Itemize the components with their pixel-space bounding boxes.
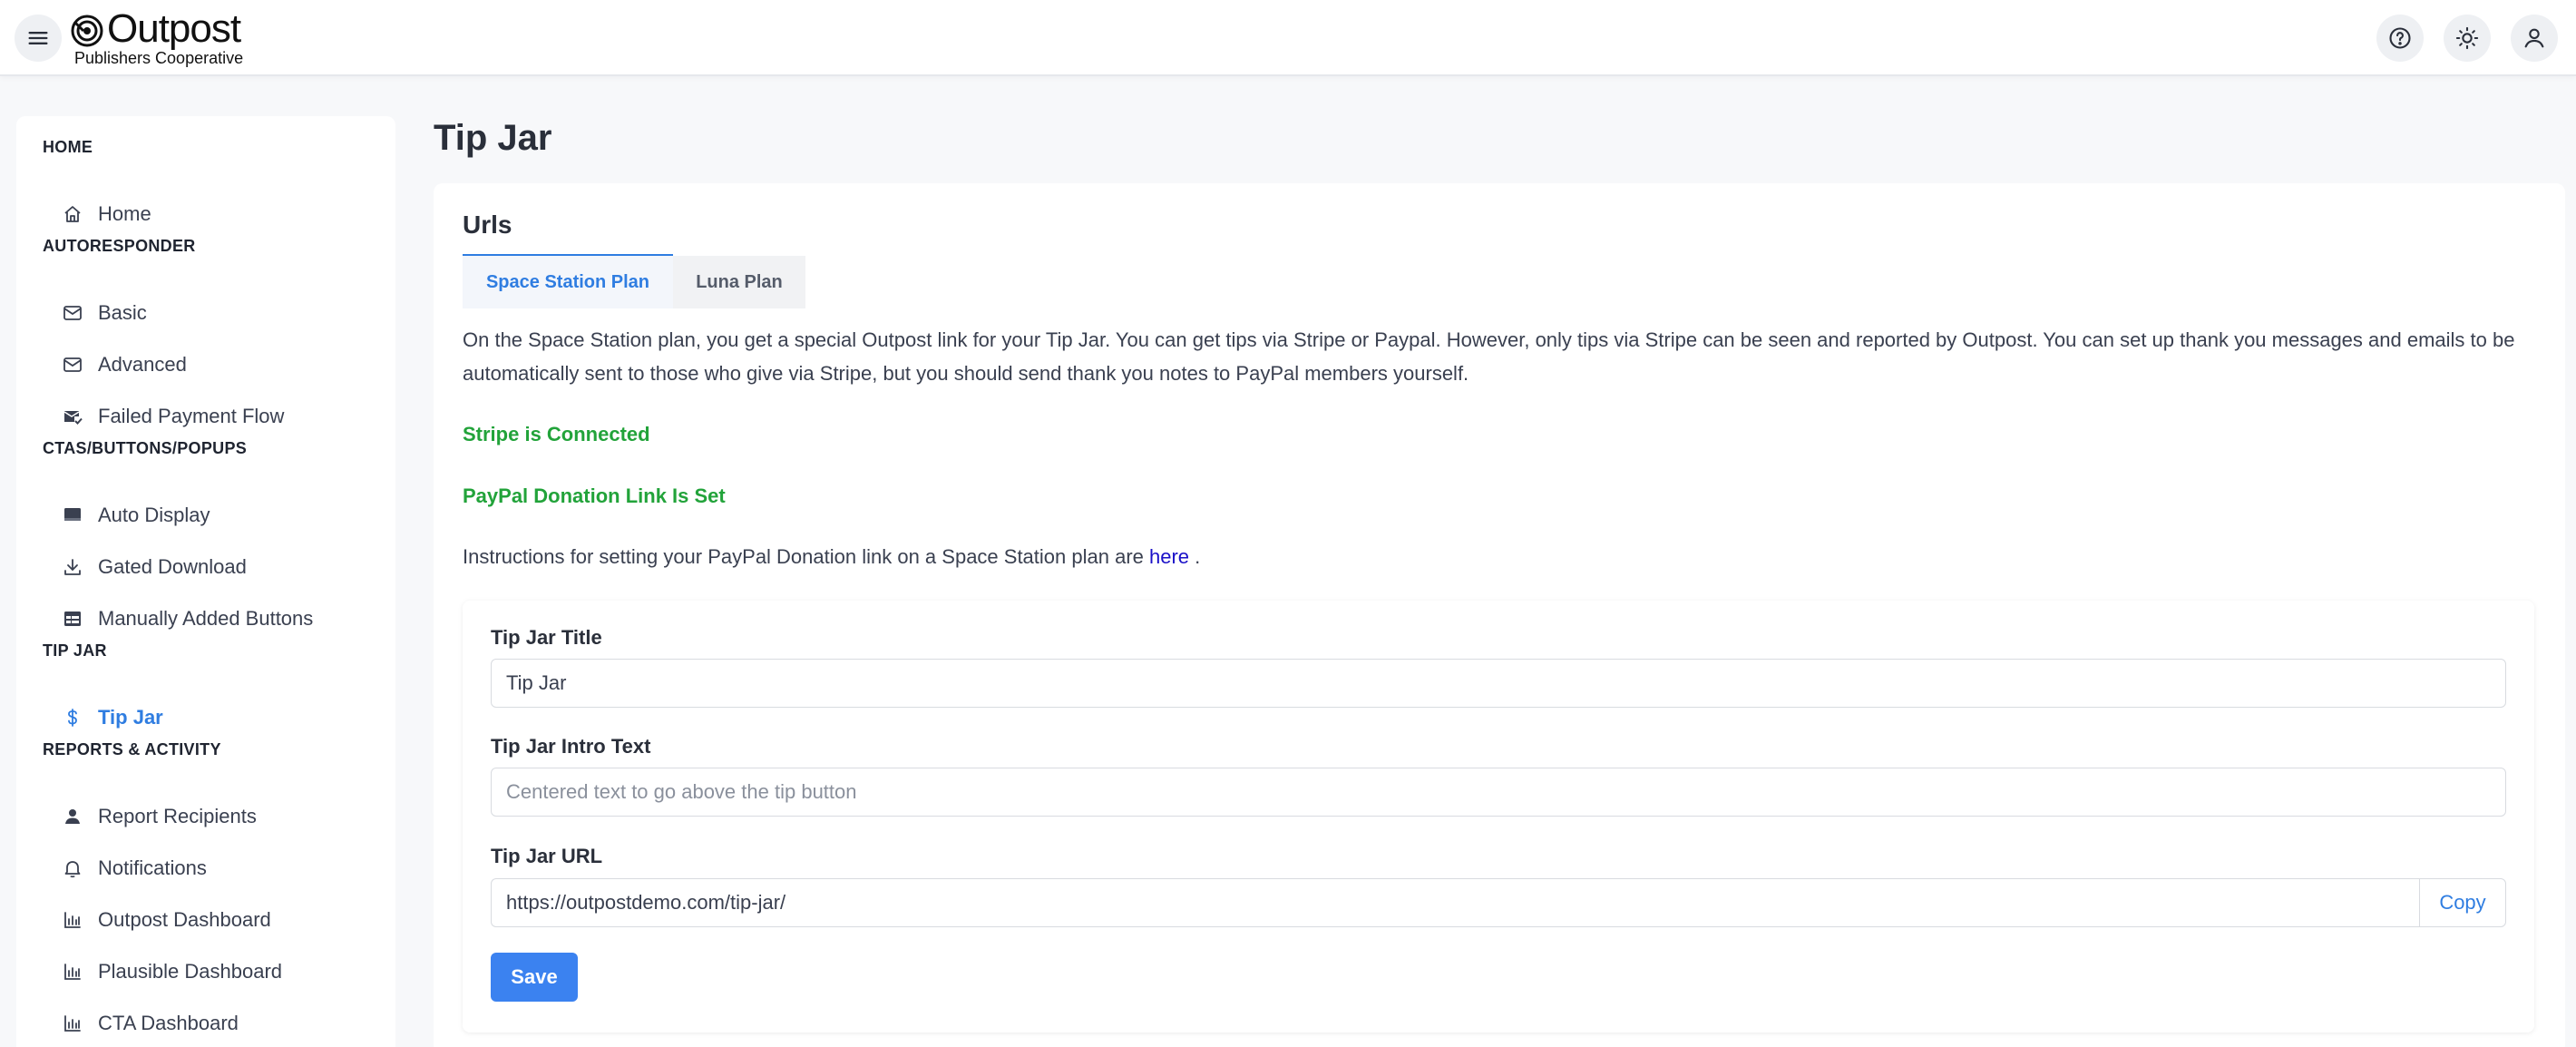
sidebar-item-label: Outpost Dashboard xyxy=(98,908,271,931)
sidebar-item-plausible-dashboard[interactable]: Plausible Dashboard xyxy=(62,954,282,990)
sidebar-item-label: Advanced xyxy=(98,353,187,376)
sidebar-heading-reports: REPORTS & ACTIVITY xyxy=(43,740,221,758)
theme-toggle-button[interactable] xyxy=(2444,15,2491,62)
table-icon xyxy=(64,612,81,626)
tab-luna-plan[interactable]: Luna Plan xyxy=(673,256,805,308)
sidebar-heading-ctas: CTAS/BUTTONS/POPUPS xyxy=(43,439,248,457)
download-icon xyxy=(64,559,81,575)
plan-description: On the Space Station plan, you get a spe… xyxy=(463,328,2515,385)
sidebar-item-outpost-dashboard[interactable]: Outpost Dashboard xyxy=(62,902,271,938)
sidebar-item-label: Basic xyxy=(98,301,147,324)
tip-jar-title-label: Tip Jar Title xyxy=(491,626,602,649)
paypal-status: PayPal Donation Link Is Set xyxy=(463,484,726,507)
logo-name: Outpost xyxy=(107,6,241,51)
sidebar-item-failed-payment-flow[interactable]: Failed Payment Flow xyxy=(62,398,284,435)
sidebar-item-label: Report Recipients xyxy=(98,805,257,827)
tip-jar-url-input[interactable] xyxy=(491,878,2419,927)
logo[interactable]: Outpost Publishers Cooperative xyxy=(71,9,243,67)
sidebar-item-report-recipients[interactable]: Report Recipients xyxy=(62,798,257,835)
copy-url-button[interactable]: Copy xyxy=(2419,878,2506,927)
person-icon xyxy=(65,809,80,824)
paypal-instructions: Instructions for setting your PayPal Don… xyxy=(463,545,1200,569)
sidebar-item-label: CTA Dashboard xyxy=(98,1012,239,1034)
page-title: Tip Jar xyxy=(434,118,552,158)
tab-space-station-plan[interactable]: Space Station Plan xyxy=(463,256,673,308)
sidebar-item-manually-added-buttons[interactable]: Manually Added Buttons xyxy=(62,601,313,637)
instructions-text: Instructions for setting your PayPal Don… xyxy=(463,545,1149,568)
card-title: Urls xyxy=(463,210,512,239)
sidebar-heading-autoresponder: AUTORESPONDER xyxy=(43,237,196,255)
menu-button[interactable] xyxy=(15,15,62,62)
sidebar-item-label: Failed Payment Flow xyxy=(98,405,285,427)
bar-chart-icon xyxy=(64,1015,81,1032)
sidebar: HOME Home AUTORESPONDER Basic Advanced F… xyxy=(16,116,395,1047)
sidebar-item-home[interactable]: Home xyxy=(62,196,151,232)
sidebar-item-label: Tip Jar xyxy=(98,706,163,729)
bell-icon xyxy=(64,861,81,878)
sidebar-item-label: Auto Display xyxy=(98,504,210,526)
tip-jar-intro-input[interactable] xyxy=(491,768,2506,817)
sidebar-item-label: Notifications xyxy=(98,856,207,879)
sidebar-item-label: Home xyxy=(98,202,151,225)
tip-jar-url-label: Tip Jar URL xyxy=(491,845,603,867)
mail-icon xyxy=(63,357,82,372)
sidebar-heading-home: HOME xyxy=(43,138,93,156)
bar-chart-icon xyxy=(64,912,81,928)
sidebar-item-advanced[interactable]: Advanced xyxy=(62,347,187,383)
sidebar-item-cta-dashboard[interactable]: CTA Dashboard xyxy=(62,1005,239,1042)
sidebar-item-auto-display[interactable]: Auto Display xyxy=(62,497,210,533)
logo-subtitle: Publishers Cooperative xyxy=(74,49,244,67)
dollar-icon xyxy=(68,709,77,727)
mail-icon xyxy=(63,306,82,320)
sidebar-item-basic[interactable]: Basic xyxy=(62,295,147,331)
instructions-suffix: . xyxy=(1189,545,1201,568)
save-button[interactable]: Save xyxy=(491,953,578,1002)
sidebar-item-tip-jar[interactable]: Tip Jar xyxy=(62,700,163,736)
sidebar-item-label: Manually Added Buttons xyxy=(98,607,314,630)
mail-check-icon xyxy=(63,411,83,425)
outpost-logo-icon xyxy=(71,15,103,47)
tip-jar-title-input[interactable] xyxy=(491,659,2506,708)
sidebar-item-notifications[interactable]: Notifications xyxy=(62,850,207,886)
instructions-link[interactable]: here xyxy=(1149,545,1189,568)
menu-icon xyxy=(28,32,48,44)
user-menu-button[interactable] xyxy=(2511,15,2558,62)
help-icon xyxy=(2389,27,2411,49)
sun-icon xyxy=(2455,26,2479,50)
sidebar-item-label: Plausible Dashboard xyxy=(98,960,283,983)
sidebar-item-label: Gated Download xyxy=(98,555,247,578)
tip-jar-url-group: Copy xyxy=(491,878,2506,927)
tip-jar-form: Tip Jar Title Tip Jar Intro Text Tip Jar… xyxy=(463,601,2534,1032)
tip-jar-intro-label: Tip Jar Intro Text xyxy=(491,735,651,758)
display-icon xyxy=(64,508,81,521)
stripe-status: Stripe is Connected xyxy=(463,423,650,445)
urls-card: Urls Space Station Plan Luna Plan On the… xyxy=(434,183,2565,1047)
top-bar: Outpost Publishers Cooperative xyxy=(0,0,2576,76)
home-icon xyxy=(64,206,81,222)
sidebar-item-gated-download[interactable]: Gated Download xyxy=(62,549,247,585)
help-button[interactable] xyxy=(2376,15,2424,62)
user-icon xyxy=(2524,28,2544,48)
bar-chart-icon xyxy=(64,964,81,980)
sidebar-heading-tip-jar: TIP JAR xyxy=(43,641,107,660)
